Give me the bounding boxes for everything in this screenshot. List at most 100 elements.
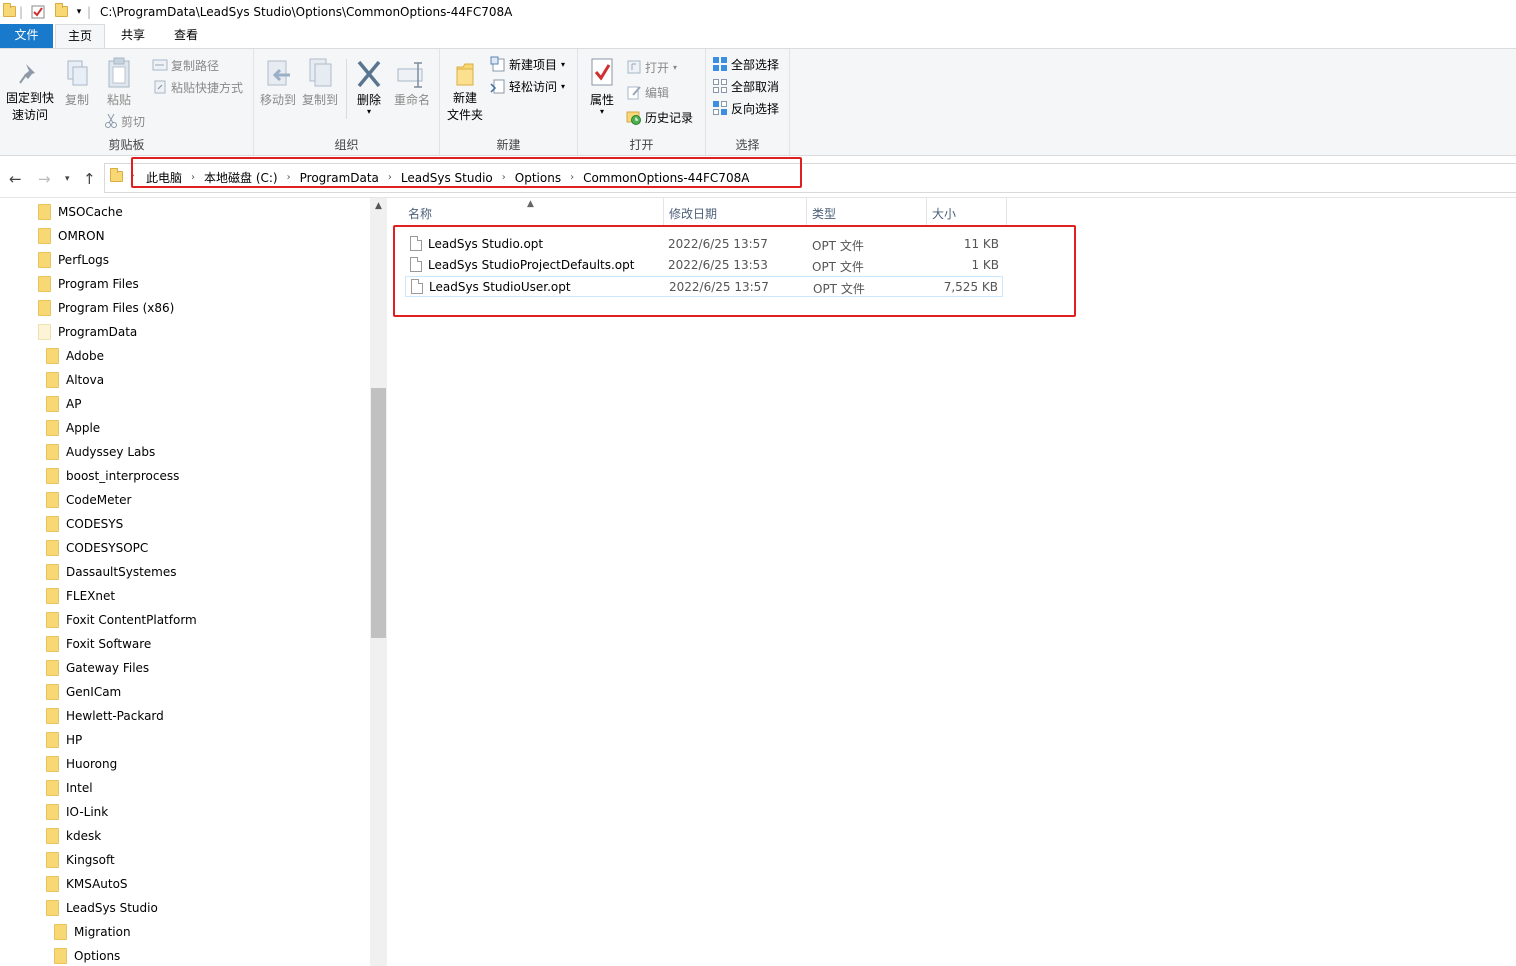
folder-icon bbox=[2, 3, 16, 20]
scroll-up-arrow-icon[interactable]: ▲ bbox=[370, 198, 387, 215]
tree-item-label: Gateway Files bbox=[66, 661, 150, 675]
tree-item[interactable]: Kingsoft bbox=[46, 848, 115, 872]
tab-home[interactable]: 主页 bbox=[55, 24, 105, 49]
navigation-scrollbar[interactable]: ▲ bbox=[370, 198, 387, 966]
tree-item[interactable]: DassaultSystemes bbox=[46, 560, 176, 584]
move-to-label: 移动到 bbox=[259, 93, 296, 107]
select-none-button[interactable]: 全部取消 bbox=[712, 76, 779, 96]
copy-button[interactable]: 复制 bbox=[60, 59, 94, 109]
select-group: 全部选择 全部取消 反向选择 选择 bbox=[706, 49, 790, 155]
folder-icon bbox=[110, 168, 123, 182]
folder-icon bbox=[46, 540, 59, 556]
tree-item[interactable]: OMRON bbox=[38, 224, 105, 248]
tree-item-label: Kingsoft bbox=[66, 853, 115, 867]
recent-locations-chevron-icon[interactable]: ▾ bbox=[65, 170, 70, 188]
tree-item[interactable]: Migration bbox=[54, 920, 131, 944]
new-item-button[interactable]: 新建项目 ▾ bbox=[490, 54, 565, 74]
back-arrow-icon[interactable]: ← bbox=[9, 170, 22, 188]
open-button[interactable]: 打开 ▾ bbox=[626, 57, 677, 77]
chevron-down-icon: ▾ bbox=[599, 107, 604, 116]
tree-item[interactable]: IO-Link bbox=[46, 800, 108, 824]
tab-share[interactable]: 共享 bbox=[108, 24, 158, 49]
open-icon bbox=[627, 60, 641, 74]
copy-to-button[interactable]: 复制到 bbox=[300, 57, 340, 109]
tree-item[interactable]: Audyssey Labs bbox=[46, 440, 155, 464]
tree-item[interactable]: CODESYS bbox=[46, 512, 123, 536]
paste-button[interactable]: 粘贴 bbox=[100, 57, 138, 109]
tree-item[interactable]: Huorong bbox=[46, 752, 117, 776]
select-group-label: 选择 bbox=[735, 138, 760, 152]
new-folder-quick-icon[interactable] bbox=[54, 3, 68, 20]
tree-item[interactable]: Foxit Software bbox=[46, 632, 151, 656]
paste-label: 粘贴 bbox=[106, 93, 131, 107]
column-header-type[interactable]: 类型 bbox=[806, 198, 927, 226]
history-button[interactable]: 历史记录 bbox=[626, 107, 693, 127]
select-all-icon bbox=[713, 57, 727, 71]
cut-button[interactable]: 剪切 bbox=[104, 111, 145, 131]
tree-item[interactable]: Options bbox=[54, 944, 120, 966]
folder-icon bbox=[38, 204, 51, 220]
tree-item-label: FLEXnet bbox=[66, 589, 116, 603]
tab-view[interactable]: 查看 bbox=[160, 24, 212, 49]
rename-icon bbox=[397, 62, 423, 88]
tree-item[interactable]: CodeMeter bbox=[46, 488, 131, 512]
paste-shortcut-button[interactable]: 粘贴快捷方式 bbox=[152, 77, 243, 97]
tree-item-label: Program Files (x86) bbox=[58, 301, 175, 315]
tree-item-label: Audyssey Labs bbox=[66, 445, 156, 459]
tree-item[interactable]: Intel bbox=[46, 776, 93, 800]
tree-item[interactable]: Foxit ContentPlatform bbox=[46, 608, 197, 632]
properties-quick-icon[interactable] bbox=[30, 3, 46, 20]
new-folder-button[interactable]: 新建 文件夹 bbox=[444, 61, 486, 124]
folder-icon bbox=[46, 564, 59, 580]
tree-item[interactable]: ProgramData bbox=[38, 320, 137, 344]
open-label: 打开 bbox=[645, 60, 670, 75]
clipboard-group: 固定到快 速访问 复制 粘贴 复制路径 粘贴快捷方式 剪切 剪贴板 bbox=[0, 49, 254, 155]
column-header-size[interactable]: 大小 bbox=[926, 198, 1007, 226]
tree-item[interactable]: KMSAutoS bbox=[46, 872, 128, 896]
tree-item[interactable]: Gateway Files bbox=[46, 656, 149, 680]
easy-access-button[interactable]: 轻松访问 ▾ bbox=[490, 76, 565, 96]
properties-button[interactable]: 属性 ▾ bbox=[584, 57, 620, 116]
delete-button[interactable]: 删除 ▾ bbox=[352, 59, 386, 116]
customize-quick-access-icon[interactable]: ▾ bbox=[73, 3, 85, 20]
invert-selection-label: 反向选择 bbox=[731, 101, 780, 116]
tree-item[interactable]: kdesk bbox=[46, 824, 101, 848]
pin-quick-access-button[interactable]: 固定到快 速访问 bbox=[4, 61, 56, 124]
tree-item[interactable]: CODESYSOPC bbox=[46, 536, 148, 560]
invert-selection-button[interactable]: 反向选择 bbox=[712, 98, 779, 118]
folder-icon bbox=[38, 300, 51, 316]
rename-button[interactable]: 重命名 bbox=[390, 59, 434, 109]
tree-item[interactable]: Adobe bbox=[46, 344, 104, 368]
tree-item[interactable]: Altova bbox=[46, 368, 104, 392]
column-header-name[interactable]: 名称 bbox=[402, 198, 664, 226]
tree-item[interactable]: MSOCache bbox=[38, 200, 123, 224]
move-to-button[interactable]: 移动到 bbox=[258, 57, 298, 109]
select-all-button[interactable]: 全部选择 bbox=[712, 54, 779, 74]
edit-button[interactable]: 编辑 bbox=[626, 82, 669, 102]
tree-item[interactable]: boost_interprocess bbox=[46, 464, 179, 488]
tree-item[interactable]: PerfLogs bbox=[38, 248, 109, 272]
tree-item-label: PerfLogs bbox=[58, 253, 110, 267]
tree-item[interactable]: Apple bbox=[46, 416, 100, 440]
tree-item[interactable]: LeadSys Studio bbox=[46, 896, 158, 920]
tree-item[interactable]: Hewlett-Packard bbox=[46, 704, 164, 728]
window-title: C:\ProgramData\LeadSys Studio\Options\Co… bbox=[100, 5, 513, 19]
column-header-date[interactable]: 修改日期 bbox=[663, 198, 807, 226]
tree-item[interactable]: FLEXnet bbox=[46, 584, 115, 608]
tree-item[interactable]: HP bbox=[46, 728, 82, 752]
tree-item[interactable]: AP bbox=[46, 392, 81, 416]
separator bbox=[346, 59, 347, 119]
tree-item-label: OMRON bbox=[58, 229, 105, 243]
tab-file[interactable]: 文件 bbox=[0, 24, 53, 49]
copy-path-button[interactable]: 复制路径 bbox=[152, 55, 219, 75]
tree-item-label: CODESYS bbox=[66, 517, 124, 531]
history-icon bbox=[626, 111, 641, 125]
rename-label: 重命名 bbox=[393, 93, 430, 107]
up-arrow-icon[interactable]: ↑ bbox=[83, 170, 96, 188]
forward-arrow-icon[interactable]: → bbox=[38, 170, 51, 188]
tree-item[interactable]: Program Files (x86) bbox=[38, 296, 174, 320]
scroll-thumb[interactable] bbox=[371, 388, 386, 638]
copy-icon bbox=[67, 60, 88, 86]
tree-item[interactable]: Program Files bbox=[38, 272, 139, 296]
tree-item[interactable]: GenICam bbox=[46, 680, 121, 704]
